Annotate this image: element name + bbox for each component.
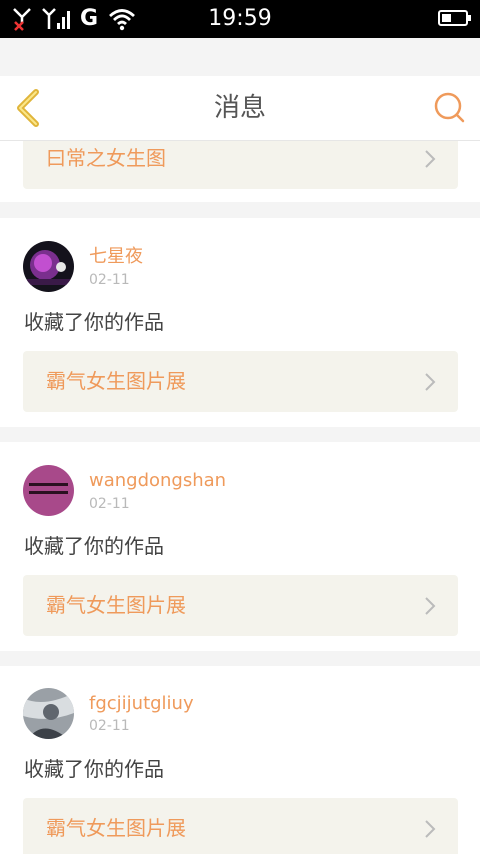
clock: 19:59 [208,6,272,31]
username[interactable]: fgcjijutgliuy [89,693,194,715]
message-date: 02-11 [89,272,130,288]
message-card: fgcjijutgliuy 02-11 收藏了你的作品 霸气女生图片展 [0,666,480,854]
work-link[interactable]: 霸气女生图片展 [23,351,458,412]
chevron-right-icon [425,820,436,838]
work-link[interactable]: 曰常之女生图 [23,141,458,189]
work-link[interactable]: 霸气女生图片展 [23,575,458,636]
message-card: wangdongshan 02-11 收藏了你的作品 霸气女生图片展 [0,442,480,651]
work-title: 曰常之女生图 [46,146,166,170]
battery-icon [438,10,471,26]
message-action: 收藏了你的作品 [24,757,164,781]
avatar-image [23,688,74,739]
work-title: 霸气女生图片展 [46,593,186,617]
status-bar: G 19:59 [0,0,480,38]
search-button[interactable] [432,90,468,126]
chevron-right-icon [425,150,436,168]
top-spacer [0,38,480,76]
avatar-image [23,465,74,516]
work-title: 霸气女生图片展 [46,369,186,393]
search-icon [434,92,465,123]
chevron-right-icon [425,597,436,615]
message-date: 02-11 [89,496,130,512]
username[interactable]: wangdongshan [89,470,226,492]
message-list[interactable]: 曰常之女生图 七星夜 02-11 收藏了你的作品 霸气女生图片展 wangdon… [0,141,480,854]
work-title: 霸气女生图片展 [46,816,186,840]
message-card: 七星夜 02-11 收藏了你的作品 霸气女生图片展 [0,218,480,427]
avatar[interactable] [23,688,74,739]
work-link[interactable]: 霸气女生图片展 [23,798,458,854]
chevron-right-icon [425,373,436,391]
avatar[interactable] [23,241,74,292]
avatar-image [23,241,74,292]
message-card: 曰常之女生图 [0,141,480,202]
page-title: 消息 [213,93,266,123]
message-action: 收藏了你的作品 [24,310,164,334]
nav-header: 消息 [0,76,480,141]
avatar[interactable] [23,465,74,516]
message-action: 收藏了你的作品 [24,534,164,558]
username[interactable]: 七星夜 [89,246,143,268]
message-date: 02-11 [89,718,130,734]
